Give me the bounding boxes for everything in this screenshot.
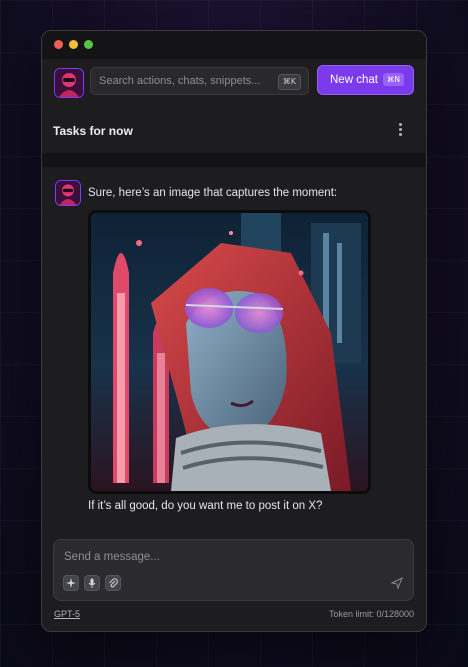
minimize-window-dot[interactable]: [69, 40, 78, 49]
search-shortcut-badge: ⌘K: [277, 74, 301, 90]
new-chat-shortcut-badge: ⌘N: [382, 73, 404, 86]
send-icon[interactable]: [390, 576, 403, 594]
user-avatar[interactable]: [54, 68, 84, 98]
token-limit-label: Token limit: 0/128000: [328, 609, 414, 619]
top-toolbar: Search actions, chats, snippets... ⌘K Ne…: [42, 59, 426, 107]
assistant-avatar: [55, 180, 81, 206]
window-titlebar: [42, 31, 426, 59]
microphone-icon[interactable]: [84, 575, 100, 591]
chat-thread: Sure, here’s an image that captures the …: [42, 167, 426, 537]
message-input[interactable]: Send a message...: [64, 551, 160, 563]
message-composer[interactable]: Send a message...: [53, 539, 414, 601]
footer-bar: GPT-5 Token limit: 0/128000: [42, 605, 426, 631]
paperclip-icon[interactable]: [105, 575, 121, 591]
search-input[interactable]: Search actions, chats, snippets...: [99, 75, 260, 87]
search-bar[interactable]: Search actions, chats, snippets... ⌘K: [90, 67, 309, 95]
maximize-window-dot[interactable]: [84, 40, 93, 49]
sparkle-icon[interactable]: [63, 575, 79, 591]
close-window-dot[interactable]: [54, 40, 63, 49]
kebab-menu-icon[interactable]: [398, 123, 404, 137]
chat-header: Tasks for now: [42, 107, 426, 153]
page-title: Tasks for now: [53, 124, 133, 138]
new-chat-label: New chat: [330, 74, 378, 86]
new-chat-button[interactable]: New chat ⌘N: [317, 65, 414, 95]
generated-image[interactable]: [88, 210, 371, 494]
assistant-message-intro: Sure, here’s an image that captures the …: [88, 187, 338, 199]
header-divider: [42, 153, 426, 167]
assistant-message-followup: If it’s all good, do you want me to post…: [88, 500, 323, 512]
app-window: Search actions, chats, snippets... ⌘K Ne…: [41, 30, 427, 632]
model-selector-link[interactable]: GPT-5: [54, 609, 80, 619]
